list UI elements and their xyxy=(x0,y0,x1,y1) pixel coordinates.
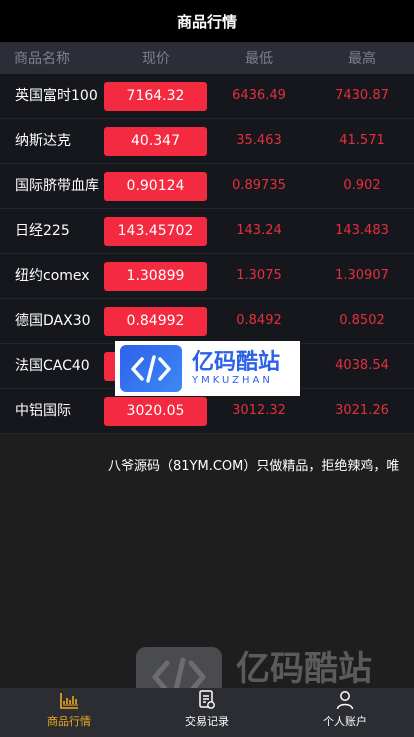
table-row[interactable]: 德国DAX30 0.84992 0.8492 0.8502 xyxy=(0,299,414,344)
table-row[interactable]: 纽约comex 1.30899 1.3075 1.30907 xyxy=(0,254,414,299)
tab-label: 交易记录 xyxy=(185,715,229,728)
page-title: 商品行情 xyxy=(176,12,237,31)
high-value: 41.571 xyxy=(339,133,385,148)
high-value: 7430.87 xyxy=(335,88,389,103)
table-row[interactable]: 国际脐带血库 0.90124 0.89735 0.902 xyxy=(0,164,414,209)
record-icon xyxy=(199,690,215,709)
tab-label: 商品行情 xyxy=(47,715,91,728)
price-badge[interactable]: 3020.05 xyxy=(104,397,207,426)
tab-market[interactable]: 商品行情 xyxy=(0,688,138,737)
watermark-logo: 亿码酷站 YMKUZHAN xyxy=(115,341,300,396)
table-header: 商品名称 现价 最低 最高 xyxy=(0,42,414,74)
table-row[interactable]: 英国富时100 7164.32 6436.49 7430.87 xyxy=(0,74,414,119)
tab-account[interactable]: 个人账户 xyxy=(276,688,414,737)
marquee-notice: 八爷源码（81YM.COM）只做精品，拒绝辣鸡，唯 xyxy=(108,459,400,474)
price-badge[interactable]: 0.90124 xyxy=(104,172,207,201)
product-name: 德国DAX30 xyxy=(15,313,91,329)
code-icon xyxy=(120,345,182,392)
high-value: 0.8502 xyxy=(339,313,385,328)
high-value: 3021.26 xyxy=(335,403,389,418)
low-value: 6436.49 xyxy=(232,88,286,103)
high-value: 4038.54 xyxy=(335,358,389,373)
price-badge[interactable]: 0.84992 xyxy=(104,307,207,336)
price-badge[interactable]: 1.30899 xyxy=(104,262,207,291)
low-value: 0.8492 xyxy=(236,313,282,328)
low-value: 143.24 xyxy=(236,223,282,238)
table-row[interactable]: 日经225 143.45702 143.24 143.483 xyxy=(0,209,414,254)
product-name: 国际脐带血库 xyxy=(15,178,99,194)
top-bar: 商品行情 xyxy=(0,0,414,42)
column-header-name: 商品名称 xyxy=(14,51,70,67)
user-icon xyxy=(336,691,354,710)
product-name: 英国富时100 xyxy=(15,88,98,104)
high-value: 0.902 xyxy=(343,178,381,193)
tab-records[interactable]: 交易记录 xyxy=(138,688,276,737)
bottom-tab-bar: 商品行情 交易记录 个人账户 xyxy=(0,688,414,737)
product-name: 纽约comex xyxy=(15,268,90,284)
low-value: 35.463 xyxy=(236,133,282,148)
column-header-price: 现价 xyxy=(142,51,170,67)
product-name: 纳斯达克 xyxy=(15,133,71,149)
low-value: 1.3075 xyxy=(236,268,282,283)
price-badge[interactable]: 143.45702 xyxy=(104,217,207,246)
high-value: 143.483 xyxy=(335,223,389,238)
low-value: 0.89735 xyxy=(232,178,286,193)
product-name: 日经225 xyxy=(15,223,70,239)
table-row[interactable]: 纳斯达克 40.347 35.463 41.571 xyxy=(0,119,414,164)
column-header-high: 最高 xyxy=(348,51,376,67)
price-badge[interactable]: 40.347 xyxy=(104,127,207,156)
chart-icon xyxy=(60,693,78,709)
product-name: 中铝国际 xyxy=(15,403,71,419)
watermark-text: 亿码酷站 xyxy=(192,350,281,375)
tab-label: 个人账户 xyxy=(323,715,367,728)
watermark-text: 亿码酷站 xyxy=(236,649,372,689)
column-header-low: 最低 xyxy=(245,51,273,67)
product-name: 法国CAC40 xyxy=(15,358,90,374)
watermark-subtext: YMKUZHAN xyxy=(192,375,273,386)
high-value: 1.30907 xyxy=(335,268,389,283)
price-badge[interactable]: 7164.32 xyxy=(104,82,207,111)
